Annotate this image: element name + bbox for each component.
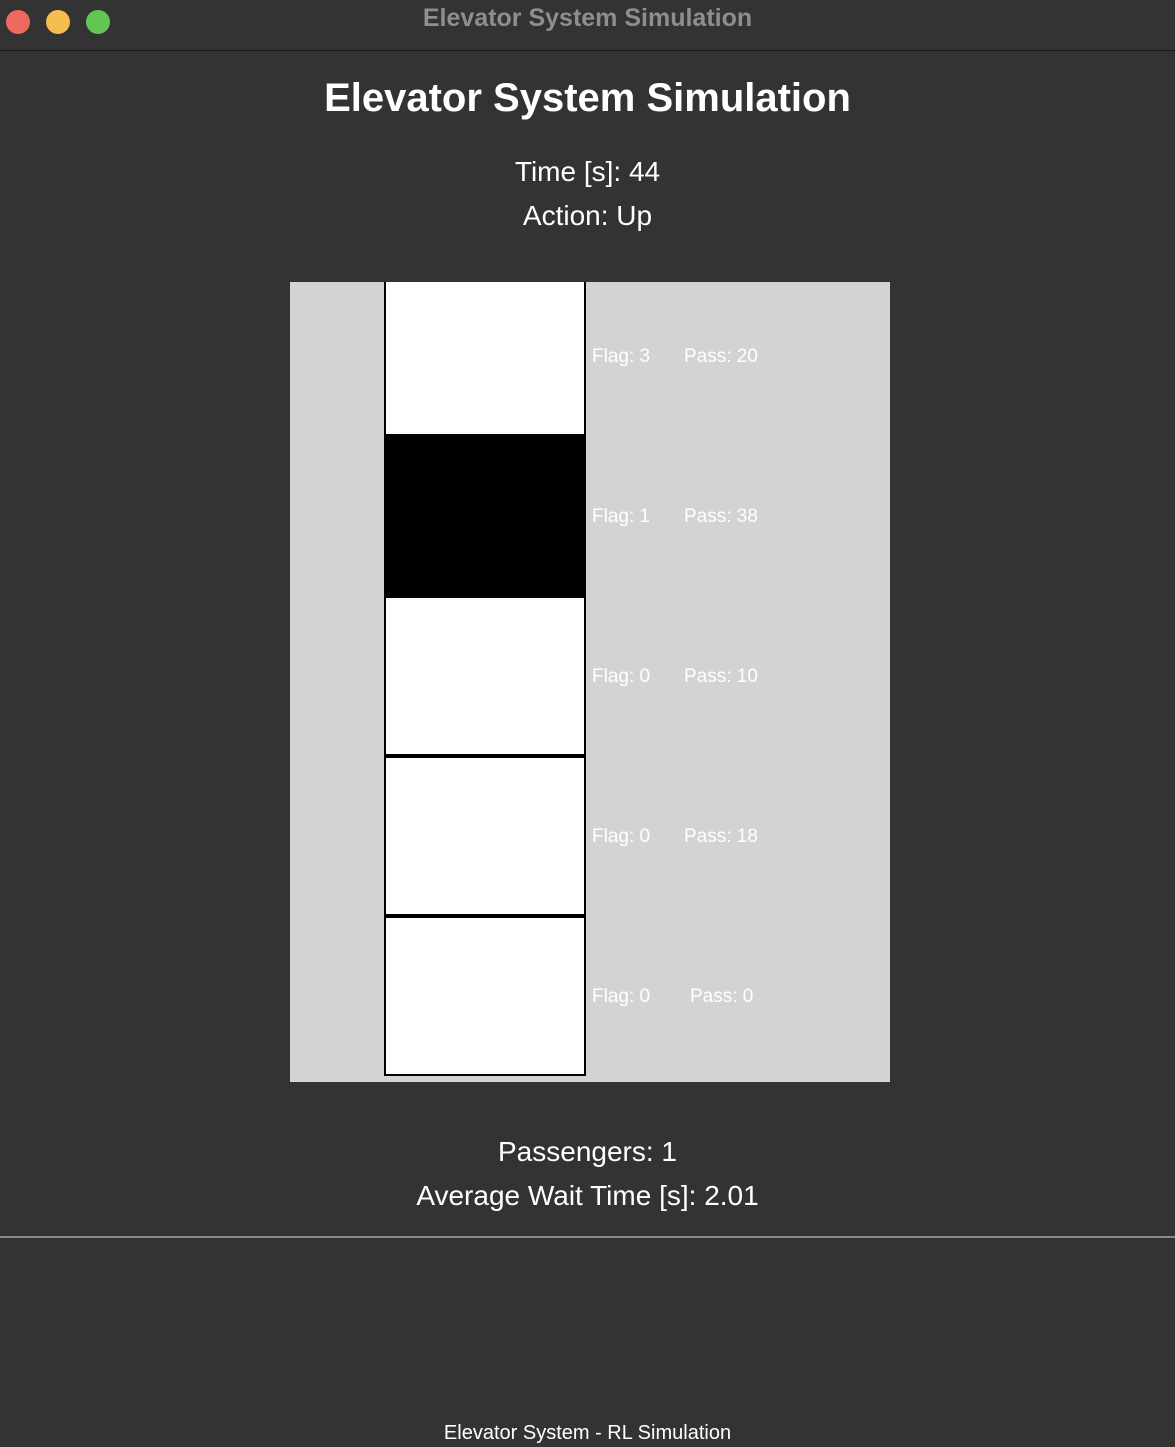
average-wait-readout: Average Wait Time [s]: 2.01 bbox=[416, 1180, 759, 1211]
divider bbox=[0, 1236, 1175, 1238]
floor-flag: Flag: 3 bbox=[592, 346, 651, 367]
elevator-canvas: Flag: 3 Pass: 20 Flag: 1 Pass: 38 Flag: … bbox=[290, 282, 890, 1082]
floor-flag: Flag: 0 bbox=[592, 986, 651, 1007]
floor-cell-2 bbox=[384, 756, 586, 916]
floor-cell-1 bbox=[384, 916, 586, 1076]
floor-flag: Flag: 0 bbox=[592, 826, 651, 847]
page-title: Elevator System Simulation bbox=[324, 76, 851, 120]
app-window: Elevator System Simulation Elevator Syst… bbox=[0, 0, 1175, 1447]
floor-pass: Pass: 18 bbox=[684, 826, 758, 847]
floor-flag: Flag: 0 bbox=[592, 666, 651, 687]
floor-cell-3 bbox=[384, 596, 586, 756]
floor-cell-5 bbox=[384, 282, 586, 436]
floor-pass: Pass: 20 bbox=[684, 346, 758, 367]
floor-pass: Pass: 38 bbox=[684, 506, 758, 527]
floor-info-5: Flag: 3 Pass: 20 bbox=[592, 282, 882, 442]
floor-pass: Pass: 10 bbox=[684, 666, 758, 687]
floor-info-1: Flag: 0 Pass: 0 bbox=[592, 922, 882, 1082]
title-bar[interactable]: Elevator System Simulation bbox=[0, 0, 1175, 51]
time-readout: Time [s]: 44 bbox=[514, 156, 661, 187]
footer-label: Elevator System - RL Simulation bbox=[443, 1422, 732, 1444]
floor-info-3: Flag: 0 Pass: 10 bbox=[592, 602, 882, 762]
action-readout: Action: Up bbox=[522, 200, 653, 231]
passengers-readout: Passengers: 1 bbox=[498, 1136, 677, 1167]
window-title: Elevator System Simulation bbox=[422, 4, 753, 32]
floor-info-2: Flag: 0 Pass: 18 bbox=[592, 762, 882, 922]
elevator-car bbox=[384, 436, 586, 596]
floor-flag: Flag: 1 bbox=[592, 506, 651, 527]
floor-info-4: Flag: 1 Pass: 38 bbox=[592, 442, 882, 602]
floor-pass: Pass: 0 bbox=[690, 986, 754, 1007]
elevator-shaft bbox=[384, 282, 586, 1078]
